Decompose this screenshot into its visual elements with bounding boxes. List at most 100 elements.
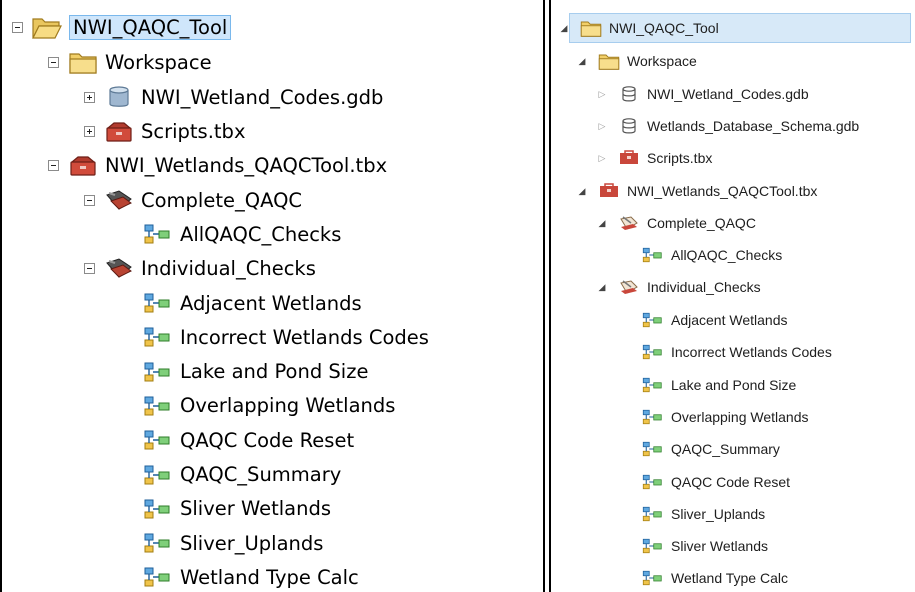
tree-node-label: NWI_Wetlands_QAQCTool.tbx	[627, 183, 818, 199]
collapsed-triangle-icon[interactable]: ▷	[595, 87, 609, 101]
tree-node-complete-qaqc[interactable]: ◢ Complete_QAQC	[595, 208, 756, 238]
tree-node-label: Lake and Pond Size	[180, 360, 369, 384]
model-tool-icon	[641, 375, 665, 395]
tree-node-label: Incorrect Wetlands Codes	[180, 325, 429, 349]
model-tool-icon	[641, 536, 665, 556]
tree-node-label: AllQAQC_Checks	[180, 222, 342, 246]
tree-node-tool[interactable]: Sliver_Uplands	[142, 526, 323, 560]
toolbox-icon	[67, 152, 99, 178]
tree-node-tool[interactable]: Adjacent Wetlands	[641, 305, 787, 335]
expanded-triangle-icon[interactable]: ◢	[575, 54, 589, 68]
geodatabase-icon	[617, 116, 641, 136]
tree-node-label: AllQAQC_Checks	[671, 247, 783, 263]
tree-node-gdb[interactable]: NWI_Wetland_Codes.gdb	[84, 80, 383, 114]
tree-node-tool[interactable]: Overlapping Wetlands	[142, 389, 395, 423]
tree-node-individual-checks[interactable]: Individual_Checks	[84, 251, 316, 285]
tree-node-label: Individual_Checks	[141, 256, 316, 280]
tree-node-model[interactable]: AllQAQC_Checks	[641, 240, 782, 270]
toolbox-icon	[617, 148, 641, 168]
tree-node-label: QAQC_Summary	[671, 441, 780, 458]
tree-node-root[interactable]: ◢ NWI_QAQC_Tool	[557, 13, 719, 43]
expanded-triangle-icon[interactable]: ◢	[557, 21, 571, 35]
tree-node-gdb[interactable]: ▷ NWI_Wetland_Codes.gdb	[595, 79, 809, 109]
tree-node-label: NWI_QAQC_Tool	[69, 14, 232, 40]
expand-icon[interactable]	[84, 91, 95, 103]
tree-node-tool[interactable]: Incorrect Wetlands Codes	[641, 337, 832, 367]
toolset-icon	[617, 213, 641, 233]
model-tool-icon	[142, 530, 174, 556]
model-tool-icon	[142, 324, 174, 350]
tree-node-label: NWI_QAQC_Tool	[609, 20, 719, 36]
folder-icon	[597, 51, 621, 71]
tree-node-tool[interactable]: Adjacent Wetlands	[142, 286, 362, 320]
tree-node-workspace[interactable]: ◢ Workspace	[575, 46, 697, 76]
expanded-triangle-icon[interactable]: ◢	[595, 280, 609, 294]
tree-node-scripts[interactable]: ▷ Scripts.tbx	[595, 143, 713, 173]
tree-node-label: Wetlands_Database_Schema.gdb	[647, 118, 860, 134]
expanded-triangle-icon[interactable]: ◢	[575, 184, 589, 198]
toolset-icon	[617, 277, 641, 297]
open-folder-icon	[31, 14, 63, 40]
model-tool-icon	[641, 245, 665, 265]
arcgis-pro-catalog-tree: ◢ NWI_QAQC_Tool ◢ Workspace ▷ NWI_Wetlan…	[549, 0, 915, 592]
tree-node-label: Wetland Type Calc	[671, 570, 788, 587]
collapsed-triangle-icon[interactable]: ▷	[595, 119, 609, 133]
tree-node-label: Adjacent Wetlands	[671, 312, 788, 328]
tree-node-label: Lake and Pond Size	[671, 376, 797, 393]
model-tool-icon	[641, 568, 665, 588]
tree-node-tool[interactable]: Sliver Wetlands	[641, 531, 768, 561]
geodatabase-icon	[617, 84, 641, 104]
tree-node-tool[interactable]: Wetland Type Calc	[142, 560, 359, 592]
model-tool-icon	[142, 221, 174, 247]
tree-node-label: Workspace	[627, 53, 697, 69]
tree-node-label: NWI_Wetland_Codes.gdb	[141, 85, 384, 109]
collapse-icon[interactable]	[84, 194, 95, 206]
tree-node-label: Individual_Checks	[647, 279, 761, 295]
tree-node-toolbox[interactable]: NWI_Wetlands_QAQCTool.tbx	[48, 148, 387, 182]
model-tool-icon	[641, 342, 665, 362]
tree-node-complete-qaqc[interactable]: Complete_QAQC	[84, 183, 302, 217]
tree-node-scripts[interactable]: Scripts.tbx	[84, 114, 245, 148]
expanded-triangle-icon[interactable]: ◢	[595, 216, 609, 230]
tree-node-workspace[interactable]: Workspace	[48, 45, 212, 79]
tree-node-root[interactable]: NWI_QAQC_Tool	[12, 10, 232, 44]
collapse-icon[interactable]	[12, 21, 23, 33]
collapsed-triangle-icon[interactable]: ▷	[595, 151, 609, 165]
collapse-icon[interactable]	[48, 56, 59, 68]
tree-node-tool[interactable]: Sliver_Uplands	[641, 499, 765, 529]
tree-node-label: NWI_Wetland_Codes.gdb	[647, 86, 809, 102]
tree-node-model[interactable]: AllQAQC_Checks	[142, 217, 341, 251]
tree-node-tool[interactable]: Lake and Pond Size	[142, 355, 368, 389]
tree-node-individual-checks[interactable]: ◢ Individual_Checks	[595, 272, 761, 302]
tree-node-gdb[interactable]: ▷ Wetlands_Database_Schema.gdb	[595, 111, 860, 141]
tree-node-tool[interactable]: QAQC_Summary	[641, 434, 780, 464]
tree-node-label: Scripts.tbx	[141, 119, 246, 143]
tree-node-label: Complete_QAQC	[141, 188, 303, 212]
tree-node-label: Workspace	[105, 50, 212, 74]
tree-node-label: Overlapping Wetlands	[180, 394, 396, 418]
tree-node-toolbox[interactable]: ◢ NWI_Wetlands_QAQCTool.tbx	[575, 176, 818, 206]
tree-node-tool[interactable]: Sliver Wetlands	[142, 492, 331, 526]
model-tool-icon	[142, 359, 174, 385]
model-tool-icon	[142, 564, 174, 590]
toolset-icon	[103, 255, 135, 281]
collapse-icon[interactable]	[84, 262, 95, 274]
tree-node-label: QAQC_Summary	[180, 463, 342, 486]
tree-node-tool[interactable]: Overlapping Wetlands	[641, 402, 808, 432]
expand-icon[interactable]	[84, 125, 95, 137]
tree-node-tool[interactable]: Wetland Type Calc	[641, 563, 788, 592]
tree-node-tool[interactable]: Incorrect Wetlands Codes	[142, 320, 429, 354]
tree-node-tool[interactable]: Lake and Pond Size	[641, 370, 796, 400]
tree-node-label: QAQC Code Reset	[671, 473, 791, 490]
tree-node-tool[interactable]: QAQC Code Reset	[641, 467, 790, 497]
folder-icon	[67, 49, 99, 75]
model-tool-icon	[641, 407, 665, 427]
geodatabase-icon	[103, 84, 135, 110]
tree-node-tool[interactable]: QAQC Code Reset	[142, 423, 354, 457]
tree-node-label: Scripts.tbx	[647, 150, 713, 166]
tree-node-tool[interactable]: QAQC_Summary	[142, 458, 341, 492]
arcmap-catalog-tree: NWI_QAQC_Tool Workspace NWI_Wetland_Code…	[0, 0, 545, 592]
collapse-icon[interactable]	[48, 159, 59, 171]
model-tool-icon	[142, 427, 174, 453]
toolset-icon	[103, 187, 135, 213]
